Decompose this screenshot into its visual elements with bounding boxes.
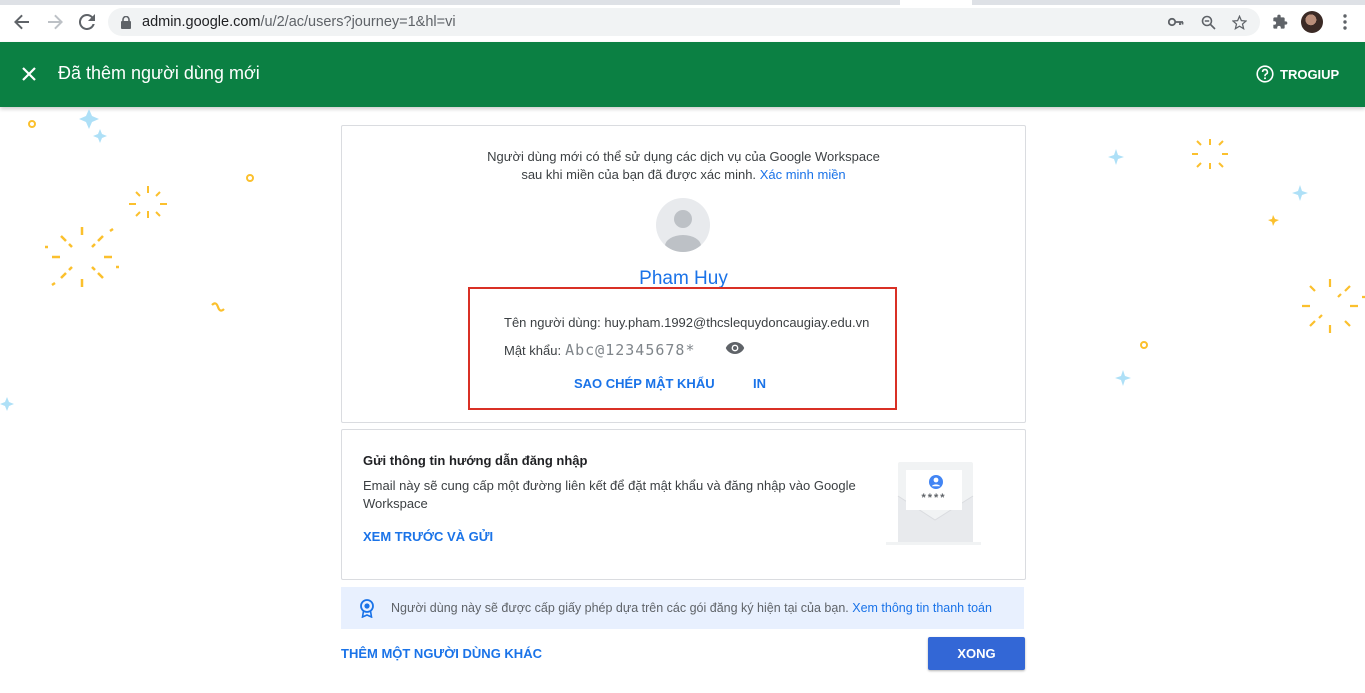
url-text[interactable]: admin.google.com/u/2/ac/users?journey=1&… <box>142 14 456 30</box>
url-path: /u/2/ac/users?journey=1&hl=vi <box>260 14 456 30</box>
bookmark-star-icon[interactable] <box>1231 14 1247 30</box>
help-button[interactable]: TROGIUP <box>1256 65 1339 83</box>
zoom-icon[interactable] <box>1200 14 1216 30</box>
url-host: admin.google.com <box>142 14 261 30</box>
confetti-left <box>0 109 254 411</box>
forward-arrow-icon[interactable] <box>44 11 66 33</box>
username-row: Tên người dùng: huy.pham.1992@thcslequyd… <box>504 315 869 330</box>
envelope-stars: **** <box>921 492 947 504</box>
reload-icon[interactable] <box>76 11 98 33</box>
verify-domain-link[interactable]: Xác minh miền <box>760 167 846 182</box>
info-line-2: sau khi miền của bạn đã được xác minh. X… <box>342 166 1025 184</box>
license-info-text: Người dùng này sẽ được cấp giấy phép dựa… <box>391 601 992 615</box>
address-bar[interactable]: admin.google.com/u/2/ac/users?journey=1&… <box>108 8 1260 36</box>
profile-avatar[interactable] <box>1301 11 1323 33</box>
license-info-banner: Người dùng này sẽ được cấp giấy phép dựa… <box>341 587 1024 629</box>
domain-info-text: Người dùng mới có thể sử dụng các dịch v… <box>342 148 1025 184</box>
license-badge-icon <box>357 598 377 619</box>
active-tab[interactable] <box>900 0 972 5</box>
back-arrow-icon[interactable] <box>11 11 33 33</box>
username-value: huy.pham.1992@thcslequydoncaugiay.edu.vn <box>604 315 870 330</box>
help-label: TROGIUP <box>1280 66 1340 82</box>
envelope-illustration: **** <box>886 460 981 546</box>
close-icon[interactable] <box>19 64 39 84</box>
confetti-right <box>1108 139 1365 386</box>
extensions-puzzle-icon[interactable] <box>1269 11 1291 33</box>
username-label: Tên người dùng: <box>504 315 601 330</box>
print-button[interactable]: IN <box>753 376 766 391</box>
password-row: Mật khẩu: Abc@12345678* <box>504 341 696 359</box>
browser-toolbar: admin.google.com/u/2/ac/users?journey=1&… <box>0 0 1365 43</box>
eye-icon[interactable] <box>725 341 745 355</box>
tab-strip <box>0 0 1365 5</box>
password-label: Mật khẩu: <box>504 343 562 358</box>
login-instructions-heading: Gửi thông tin hướng dẫn đăng nhập <box>363 453 588 468</box>
user-avatar <box>656 198 710 252</box>
login-instructions-description: Email này sẽ cung cấp một đường liên kết… <box>363 478 856 511</box>
billing-info-link[interactable]: Xem thông tin thanh toán <box>852 601 992 615</box>
copy-password-button[interactable]: SAO CHÉP MẬT KHẨU <box>574 376 715 391</box>
page-title: Đã thêm người dùng mới <box>58 63 260 83</box>
info-line-2-text: sau khi miền của bạn đã được xác minh. <box>521 167 757 182</box>
license-text: Người dùng này sẽ được cấp giấy phép dựa… <box>391 601 849 615</box>
info-line-1: Người dùng mới có thể sử dụng các dịch v… <box>487 149 880 164</box>
add-another-user-button[interactable]: THÊM MỘT NGƯỜI DÙNG KHÁC <box>341 646 542 661</box>
more-vertical-icon[interactable] <box>1334 11 1356 33</box>
login-instructions-card: Gửi thông tin hướng dẫn đăng nhập Email … <box>341 429 1026 580</box>
lock-icon[interactable] <box>118 14 134 30</box>
user-created-card: Người dùng mới có thể sử dụng các dịch v… <box>341 125 1026 423</box>
app-header: Đã thêm người dùng mới TROGIUP <box>0 42 1365 107</box>
password-value: Abc@12345678* <box>565 341 696 359</box>
preview-and-send-button[interactable]: XEM TRƯỚC VÀ GỬI <box>363 529 493 544</box>
key-icon[interactable] <box>1168 14 1184 30</box>
help-circle-icon <box>1256 65 1274 83</box>
done-button[interactable]: XONG <box>928 637 1025 670</box>
